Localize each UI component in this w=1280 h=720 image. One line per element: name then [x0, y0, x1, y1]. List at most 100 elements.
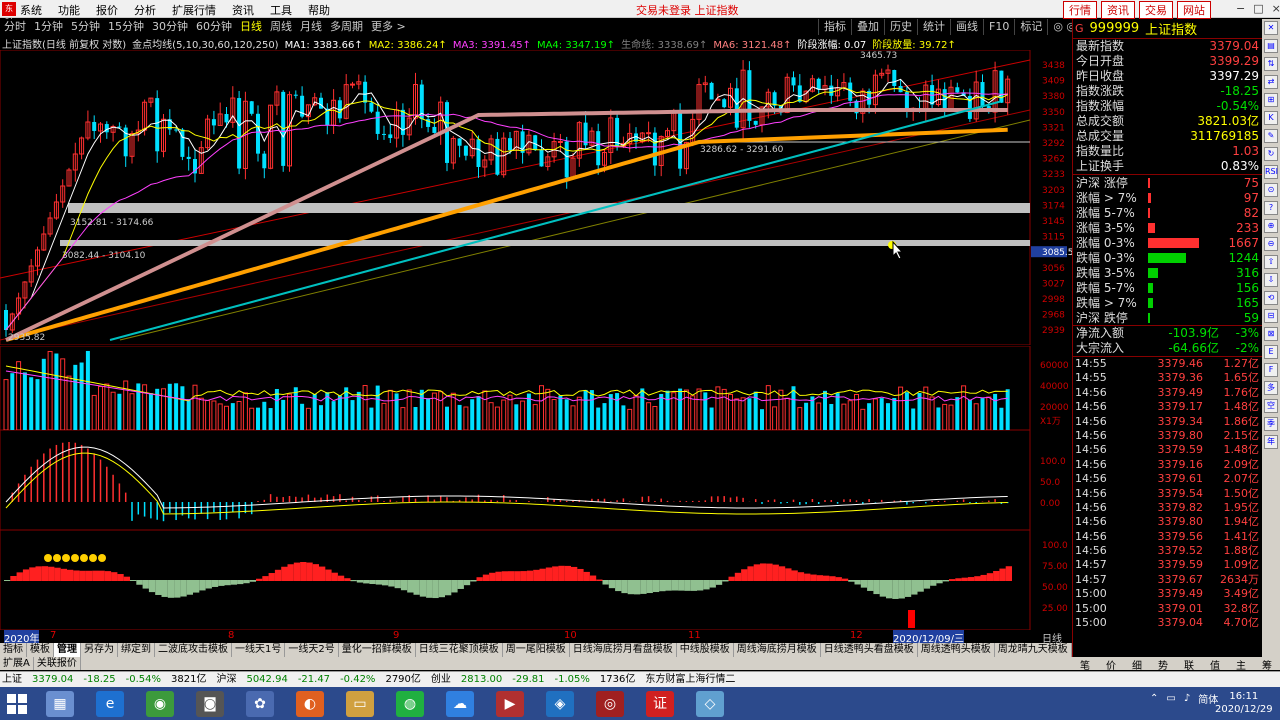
- menu-item[interactable]: 功能: [58, 2, 80, 18]
- period-tab[interactable]: 更多 >: [371, 19, 406, 35]
- minimize-icon[interactable]: −: [1236, 2, 1245, 15]
- template-tab[interactable]: 中线股模板: [677, 643, 734, 657]
- period-tab[interactable]: 30分钟: [152, 19, 188, 35]
- template-tab[interactable]: 周龙晴九天模板: [995, 643, 1072, 657]
- template-tab[interactable]: 另存为: [81, 643, 118, 657]
- kline-chart[interactable]: 3438 3409 3380 3350 3321 3292 3262 3233 3203 3174…: [0, 50, 1072, 345]
- period-tab[interactable]: 5分钟: [71, 19, 100, 35]
- close-icon[interactable]: ×: [1272, 2, 1280, 15]
- windows-start-icon[interactable]: [6, 693, 28, 715]
- side-tool-icon[interactable]: ⊠: [1264, 327, 1278, 341]
- side-tool-icon[interactable]: 季: [1264, 417, 1278, 431]
- cloud-app-icon[interactable]: ☁: [446, 691, 474, 717]
- menu-item[interactable]: 扩展行情: [172, 2, 216, 18]
- quote-panel-tab[interactable]: 值: [1210, 657, 1220, 672]
- menu-item[interactable]: 资讯: [232, 2, 254, 18]
- maximize-icon[interactable]: □: [1253, 2, 1263, 15]
- menu-item[interactable]: 系统: [20, 2, 42, 18]
- tick-list[interactable]: 14:55 3379.46 1.27亿 14:55 3379.36 1.65亿 14:56 3…: [1073, 356, 1262, 630]
- quote-panel-tab[interactable]: 势: [1158, 657, 1168, 672]
- quote-panel-tab[interactable]: 价: [1106, 657, 1116, 672]
- period-tab[interactable]: 周线: [270, 19, 292, 35]
- side-tool-icon[interactable]: ⟲: [1264, 291, 1278, 305]
- period-tab[interactable]: 1分钟: [34, 19, 63, 35]
- menu-item[interactable]: 帮助: [308, 2, 330, 18]
- side-tool-icon[interactable]: ⇩: [1264, 273, 1278, 287]
- file-app-icon[interactable]: ◇: [696, 691, 724, 717]
- period-tab[interactable]: 60分钟: [196, 19, 232, 35]
- template-tab[interactable]: 二波底攻击模板: [155, 643, 232, 657]
- quick-link[interactable]: 交易: [1139, 1, 1173, 19]
- quote-panel-tab[interactable]: 筹: [1262, 657, 1272, 672]
- side-tool-icon[interactable]: ▤: [1264, 39, 1278, 53]
- template-tab[interactable]: 量化一招鲜模板: [339, 643, 416, 657]
- quick-link[interactable]: 资讯: [1101, 1, 1135, 19]
- green-app-icon[interactable]: ◉: [146, 691, 174, 717]
- template-tab[interactable]: 一线天1号: [232, 643, 286, 657]
- folder-app-icon[interactable]: ▭: [346, 691, 374, 717]
- chart-tool-button[interactable]: 指标: [818, 19, 851, 35]
- template-tab[interactable]: 模板: [27, 643, 54, 657]
- period-tab[interactable]: 分时: [4, 19, 26, 35]
- template-tab[interactable]: 管理: [54, 643, 81, 657]
- firefox-app-icon[interactable]: ◐: [296, 691, 324, 717]
- explorer-app-icon[interactable]: ▦: [46, 691, 74, 717]
- template-tab[interactable]: 日线三花聚顶模板: [416, 643, 503, 657]
- media-app-icon[interactable]: ✿: [246, 691, 274, 717]
- ie-app-icon[interactable]: e: [96, 691, 124, 717]
- side-tool-icon[interactable]: ↻: [1264, 147, 1278, 161]
- clock[interactable]: 16:11 2020/12/29: [1215, 690, 1273, 716]
- template-tab[interactable]: 一线天2号: [285, 643, 339, 657]
- side-tool-icon[interactable]: RSI: [1264, 165, 1278, 179]
- smile-indicator-chart[interactable]: 100.0 75.00 50.00 25.00: [0, 530, 1072, 630]
- template-tab[interactable]: 周线透鸭头模板: [918, 643, 995, 657]
- side-tool-icon[interactable]: ⇄: [1264, 75, 1278, 89]
- macd-chart[interactable]: 100.0 50.0 0.00: [0, 430, 1072, 530]
- period-tab[interactable]: 月线: [300, 19, 322, 35]
- extension-tab[interactable]: 关联报价: [34, 657, 81, 670]
- side-tool-icon[interactable]: 空: [1264, 399, 1278, 413]
- menu-item[interactable]: 报价: [96, 2, 118, 18]
- network-icon[interactable]: ▭: [1166, 693, 1175, 704]
- volume-icon[interactable]: ♪: [1184, 693, 1190, 704]
- side-tool-icon[interactable]: ⊕: [1264, 219, 1278, 233]
- video-app-icon[interactable]: ◈: [546, 691, 574, 717]
- chart-tool-button[interactable]: 叠加: [851, 19, 884, 35]
- side-tool-icon[interactable]: ✎: [1264, 129, 1278, 143]
- chart-tool-button[interactable]: 统计: [917, 19, 950, 35]
- period-tab[interactable]: 15分钟: [108, 19, 144, 35]
- red-app-icon[interactable]: ▶: [496, 691, 524, 717]
- side-tool-icon[interactable]: 年: [1264, 435, 1278, 449]
- chart-tool-button[interactable]: F10: [983, 19, 1014, 35]
- side-tool-icon[interactable]: K: [1264, 111, 1278, 125]
- citic-app-icon[interactable]: ◎: [596, 691, 624, 717]
- chart-tool-button[interactable]: 标记: [1014, 19, 1047, 35]
- side-tool-icon[interactable]: ⊟: [1264, 309, 1278, 323]
- chart-tool-button[interactable]: 画线: [950, 19, 983, 35]
- quick-link[interactable]: 行情: [1063, 1, 1097, 19]
- period-tab[interactable]: 日线: [240, 19, 262, 35]
- template-tab[interactable]: 绑定到: [118, 643, 155, 657]
- template-tab[interactable]: 周线海底捞月模板: [734, 643, 821, 657]
- side-tool-icon[interactable]: ⊙: [1264, 183, 1278, 197]
- side-tool-icon[interactable]: ⊖: [1264, 237, 1278, 251]
- wechat-app-icon[interactable]: ◍: [396, 691, 424, 717]
- eastmoney-app-icon[interactable]: 证: [646, 691, 674, 717]
- menu-item[interactable]: 分析: [134, 2, 156, 18]
- volume-chart[interactable]: 60000 40000 20000 X1万: [0, 346, 1072, 430]
- side-tool-icon[interactable]: ?: [1264, 201, 1278, 215]
- extension-tab[interactable]: 扩展A: [0, 657, 34, 670]
- camera-app-icon[interactable]: ◙: [196, 691, 224, 717]
- side-tool-icon[interactable]: 多: [1264, 381, 1278, 395]
- quote-panel-tab[interactable]: 主: [1236, 657, 1246, 672]
- template-tab[interactable]: 周一尾阳模板: [503, 643, 570, 657]
- side-tool-icon[interactable]: ⊞: [1264, 93, 1278, 107]
- period-tab[interactable]: 多周期: [330, 19, 363, 35]
- quote-panel-tab[interactable]: 笔: [1080, 657, 1090, 672]
- template-tab[interactable]: 日线海底捞月看盘模板: [570, 643, 677, 657]
- template-tab[interactable]: 日线透鸭头看盘模板: [821, 643, 918, 657]
- tray-arrow-icon[interactable]: ⌃: [1150, 693, 1158, 704]
- menu-item[interactable]: 工具: [270, 2, 292, 18]
- side-tool-icon[interactable]: F: [1264, 363, 1278, 377]
- quote-panel-tab[interactable]: 联: [1184, 657, 1194, 672]
